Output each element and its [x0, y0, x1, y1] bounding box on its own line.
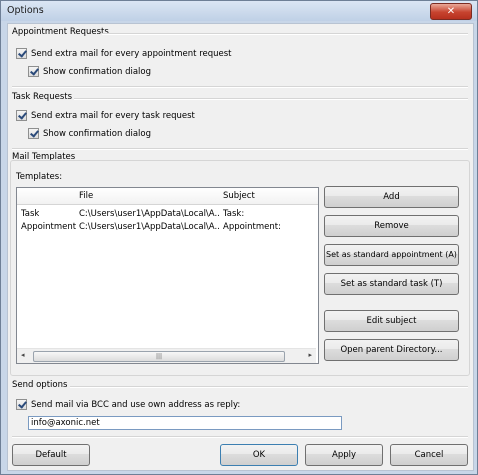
- add-button[interactable]: Add: [324, 186, 459, 208]
- send-options-bottom-line: [12, 436, 468, 438]
- appt-show-confirmation-label: Show confirmation dialog: [43, 66, 151, 77]
- cancel-button[interactable]: Cancel: [390, 444, 468, 466]
- checkbox-checked-icon: [28, 66, 39, 77]
- task-show-confirmation-checkbox[interactable]: Show confirmation dialog: [28, 128, 151, 139]
- appt-show-confirmation-checkbox[interactable]: Show confirmation dialog: [28, 66, 151, 77]
- scrollbar-thumb[interactable]: |||: [33, 351, 285, 362]
- send-options-title: Send options: [12, 380, 68, 390]
- remove-button[interactable]: Remove: [324, 215, 459, 237]
- checkbox-checked-icon: [16, 399, 27, 410]
- ok-button[interactable]: OK: [220, 444, 298, 466]
- row-subject: Appointment:: [223, 222, 281, 232]
- appointment-requests-title: Appointment Requests: [12, 27, 109, 37]
- templates-label: Templates:: [16, 172, 63, 182]
- default-button[interactable]: Default: [12, 444, 90, 466]
- row-file: C:\Users\user1\AppData\Local\A...: [79, 209, 219, 219]
- task-show-confirmation-label: Show confirmation dialog: [43, 128, 151, 139]
- grip-icon: |||: [155, 353, 163, 360]
- bcc-label: Send mail via BCC and use own address as…: [31, 399, 241, 410]
- own-address-input[interactable]: [28, 416, 342, 430]
- open-parent-directory-button[interactable]: Open parent Directory...: [324, 339, 459, 361]
- title-bar: Options ✕: [1, 1, 477, 21]
- set-standard-task-button[interactable]: Set as standard task (T): [324, 273, 459, 295]
- set-standard-appointment-button[interactable]: Set as standard appointment (A): [324, 244, 459, 266]
- checkbox-checked-icon: [28, 128, 39, 139]
- dialog-body: Appointment Requests Send extra mail for…: [7, 23, 474, 471]
- row-name: Appointment: [21, 222, 77, 232]
- checkbox-checked-icon: [16, 48, 27, 59]
- apply-button[interactable]: Apply: [305, 444, 383, 466]
- column-header-subject[interactable]: Subject: [223, 191, 255, 201]
- row-subject: Task:: [223, 209, 245, 219]
- checkbox-checked-icon: [16, 110, 27, 121]
- task-requests-bottom-line: [12, 148, 468, 150]
- options-window: Options ✕ Appointment Requests Send extr…: [0, 0, 478, 475]
- appointment-requests-separator: [102, 33, 468, 35]
- scroll-right-icon[interactable]: ▸: [308, 351, 312, 359]
- close-button[interactable]: ✕: [430, 3, 472, 20]
- scroll-left-icon[interactable]: ◂: [21, 351, 25, 359]
- task-send-extra-mail-checkbox[interactable]: Send extra mail for every task request: [16, 110, 195, 121]
- task-requests-separator: [74, 98, 468, 100]
- column-header-file[interactable]: File: [79, 191, 93, 201]
- row-file: C:\Users\user1\AppData\Local\A...: [79, 222, 219, 232]
- window-title: Options: [7, 5, 44, 16]
- task-requests-title: Task Requests: [12, 92, 73, 102]
- edit-subject-button[interactable]: Edit subject: [324, 310, 459, 332]
- task-send-extra-mail-label: Send extra mail for every task request: [31, 110, 195, 121]
- send-options-separator: [70, 386, 468, 388]
- templates-list-header: File Subject: [17, 188, 318, 205]
- table-row[interactable]: Task C:\Users\user1\AppData\Local\A... T…: [17, 208, 318, 222]
- table-row[interactable]: Appointment C:\Users\user1\AppData\Local…: [17, 221, 318, 235]
- bcc-checkbox[interactable]: Send mail via BCC and use own address as…: [16, 399, 240, 410]
- horizontal-scrollbar[interactable]: ◂ ||| ▸: [17, 348, 316, 363]
- row-name: Task: [21, 209, 40, 219]
- templates-list[interactable]: File Subject Task C:\Users\user1\AppData…: [16, 187, 319, 364]
- appointment-requests-bottom-line: [12, 86, 468, 88]
- close-icon: ✕: [446, 6, 456, 17]
- appt-send-extra-mail-checkbox[interactable]: Send extra mail for every appointment re…: [16, 48, 232, 59]
- appt-send-extra-mail-label: Send extra mail for every appointment re…: [31, 48, 232, 59]
